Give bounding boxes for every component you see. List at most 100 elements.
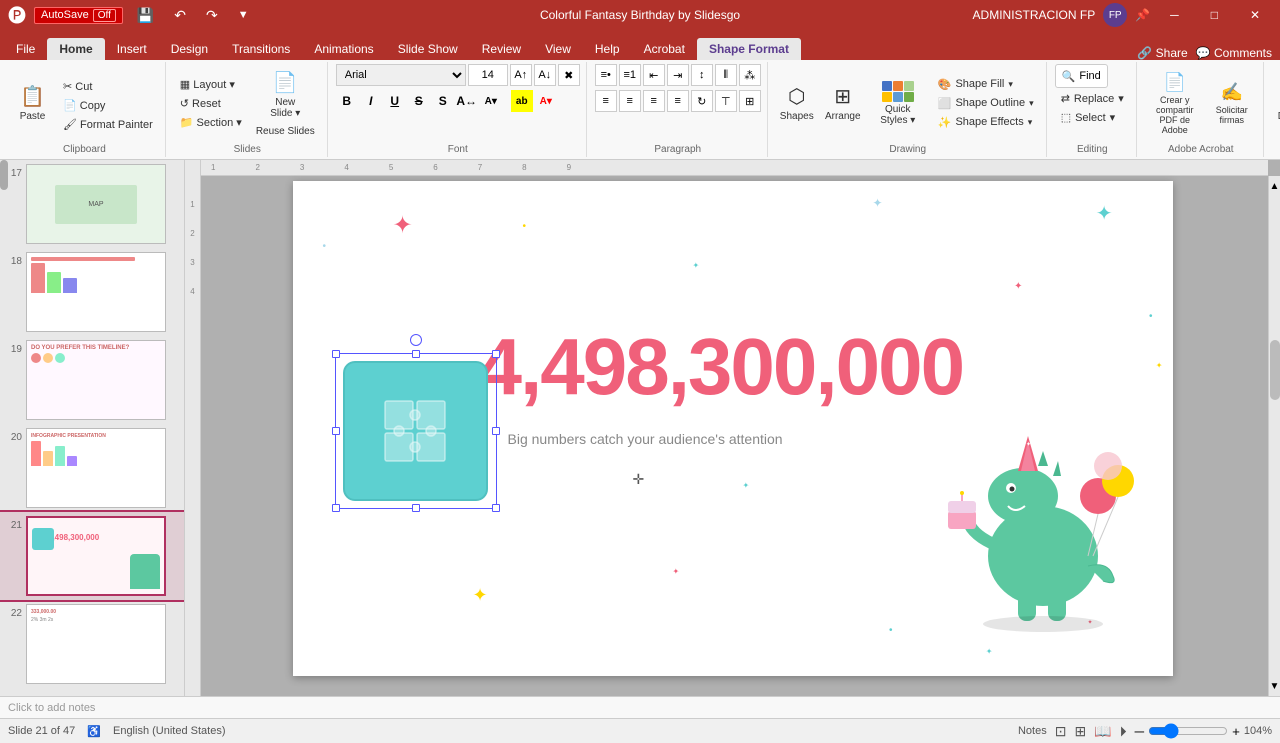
more-commands-button[interactable]: ▼ [232,7,255,23]
select-button[interactable]: ⬚ Select ▾ [1055,109,1122,126]
layout-button[interactable]: ▦ Layout ▾ [174,76,241,93]
handle-mid-right[interactable] [492,427,500,435]
share-button[interactable]: 🔗 Share [1137,46,1187,60]
dictate-button[interactable]: 🎤 Dictate [1272,76,1280,131]
tab-review[interactable]: Review [470,38,533,60]
zoom-slider[interactable] [1148,723,1228,739]
reading-view-button[interactable]: 📖 [1094,723,1111,740]
canvas-area[interactable]: 1234 123456789 ✦ ✦ ✦ • ✦ ✦ ✦ • ✦ ✦ ✦ • [185,160,1280,696]
tab-design[interactable]: Design [159,38,220,60]
tab-slideshow[interactable]: Slide Show [386,38,470,60]
reset-button[interactable]: ↺ Reset [174,95,227,112]
zoom-out-button[interactable]: ─ [1135,724,1144,739]
scrollbar-down-button[interactable]: ▼ [1269,676,1280,696]
slide-sorter-button[interactable]: ⊞ [1074,723,1086,740]
text-shadow-button[interactable]: S [432,90,454,112]
undo-button[interactable]: ↶ [168,5,192,26]
slide-thumb-17[interactable]: 17 MAP [0,160,184,248]
slide-thumb-19[interactable]: 19 DO YOU PREFER THIS TIMELINE? [0,336,184,424]
section-button[interactable]: 📁 Section ▾ [174,114,248,131]
shape-fill-button[interactable]: 🎨 Shape Fill ▾ [932,76,1040,93]
highlight-color-button[interactable]: ab [511,90,533,112]
close-button[interactable]: ✕ [1238,4,1272,26]
font-color-dropdown[interactable]: A▾ [480,90,502,112]
reuse-slides-button[interactable]: Reuse Slides [250,124,321,139]
slideshow-button[interactable]: ⏵ [1120,723,1127,740]
numbered-list-button[interactable]: ≡1 [619,64,641,86]
slide-thumb-22[interactable]: 22 333,000.00 2% 3m 2s [0,600,184,688]
scrollbar-up-button[interactable]: ▲ [1269,176,1280,196]
tab-animations[interactable]: Animations [302,38,385,60]
slide-thumb-21[interactable]: 21 4,498,300,000 [0,512,184,600]
cut-button[interactable]: ✂ Cut [57,78,159,95]
replace-button[interactable]: ⇄ Replace ▾ [1055,90,1130,107]
normal-view-button[interactable]: ⊡ [1055,723,1067,740]
tab-home[interactable]: Home [47,38,104,60]
handle-mid-left[interactable] [332,427,340,435]
zoom-in-button[interactable]: + [1232,724,1240,739]
format-painter-button[interactable]: 🖌 Format Painter [57,116,159,133]
minimize-button[interactable]: ─ [1158,4,1191,26]
solicitar-firmas-button[interactable]: ✍ Solicitarfirmas [1207,76,1257,131]
tab-shape-format[interactable]: Shape Format [697,38,801,60]
redo-button[interactable]: ↷ [200,5,224,26]
slide-thumb-18[interactable]: 18 [0,248,184,336]
tab-file[interactable]: File [4,38,47,60]
shape-outline-button[interactable]: ⬜ Shape Outline ▾ [932,95,1040,112]
columns-button[interactable]: ⫴ [715,64,737,86]
smartart-button[interactable]: ⊞ [739,90,761,112]
comments-button[interactable]: 💬 Comments [1196,46,1272,60]
italic-button[interactable]: I [360,90,382,112]
text-direction-button[interactable]: ↻ [691,90,713,112]
ribbon-display-icon[interactable]: 📌 [1135,8,1150,22]
align-center-button[interactable]: ≡ [619,90,641,112]
handle-bottom-left[interactable] [332,504,340,512]
justify-button[interactable]: ≡ [667,90,689,112]
save-button[interactable]: 💾 [131,5,160,26]
slide-canvas[interactable]: ✦ ✦ ✦ • ✦ ✦ ✦ • ✦ ✦ ✦ • ✦ ✦ • ✦ 4,498,30… [293,181,1173,676]
autosave-badge[interactable]: AutoSave Off [34,7,123,24]
tab-insert[interactable]: Insert [105,38,159,60]
line-spacing-button[interactable]: ↕ [691,64,713,86]
handle-bottom-mid[interactable] [412,504,420,512]
underline-button[interactable]: U [384,90,406,112]
align-left-button[interactable]: ≡ [595,90,617,112]
font-size-decrease-button[interactable]: A↓ [534,64,556,86]
puzzle-element[interactable] [343,361,488,501]
clear-formatting-button[interactable]: ✖ [558,64,580,86]
font-color-button[interactable]: A▾ [535,90,557,112]
bold-button[interactable]: B [336,90,358,112]
tab-acrobat[interactable]: Acrobat [632,38,697,60]
bullets-button[interactable]: ≡• [595,64,617,86]
paste-button[interactable]: 📋 Paste [10,76,55,131]
handle-bottom-right[interactable] [492,504,500,512]
maximize-button[interactable]: □ [1199,4,1230,26]
shapes-button[interactable]: ⬡ Shapes [776,76,818,131]
canvas-scrollbar-vertical[interactable]: ▲ ▼ [1268,176,1280,696]
handle-top-mid[interactable] [412,350,420,358]
font-size-input[interactable] [468,64,508,86]
quick-styles-button[interactable]: QuickStyles ▾ [868,73,928,133]
notes-bar[interactable]: Click to add notes [0,696,1280,718]
shape-effects-button[interactable]: ✨ Shape Effects ▾ [932,114,1040,131]
scrollbar-thumb[interactable] [1270,340,1280,400]
new-slide-button[interactable]: 📄 NewSlide ▾ [250,67,321,122]
increase-indent-button[interactable]: ⇥ [667,64,689,86]
font-size-increase-button[interactable]: A↑ [510,64,532,86]
tab-transitions[interactable]: Transitions [220,38,302,60]
slide-thumb-20[interactable]: 20 INFOGRAPHIC PRESENTATION [0,424,184,512]
strikethrough-button[interactable]: S [408,90,430,112]
decrease-indent-button[interactable]: ⇤ [643,64,665,86]
create-share-pdf-button[interactable]: 📄 Crear y compartirPDF de Adobe [1145,76,1205,131]
copy-button[interactable]: 📄 Copy [57,97,159,114]
smartart-convert-button[interactable]: ⁂ [739,64,761,86]
align-right-button[interactable]: ≡ [643,90,665,112]
char-spacing-button[interactable]: A↔ [456,90,478,112]
tab-view[interactable]: View [533,38,583,60]
arrange-button[interactable]: ⊞ Arrange [822,76,864,131]
handle-top-left[interactable] [332,350,340,358]
notes-button[interactable]: Notes [1018,725,1047,737]
align-text-button[interactable]: ⊤ [715,90,737,112]
font-family-selector[interactable]: Arial [336,64,466,86]
tab-help[interactable]: Help [583,38,632,60]
